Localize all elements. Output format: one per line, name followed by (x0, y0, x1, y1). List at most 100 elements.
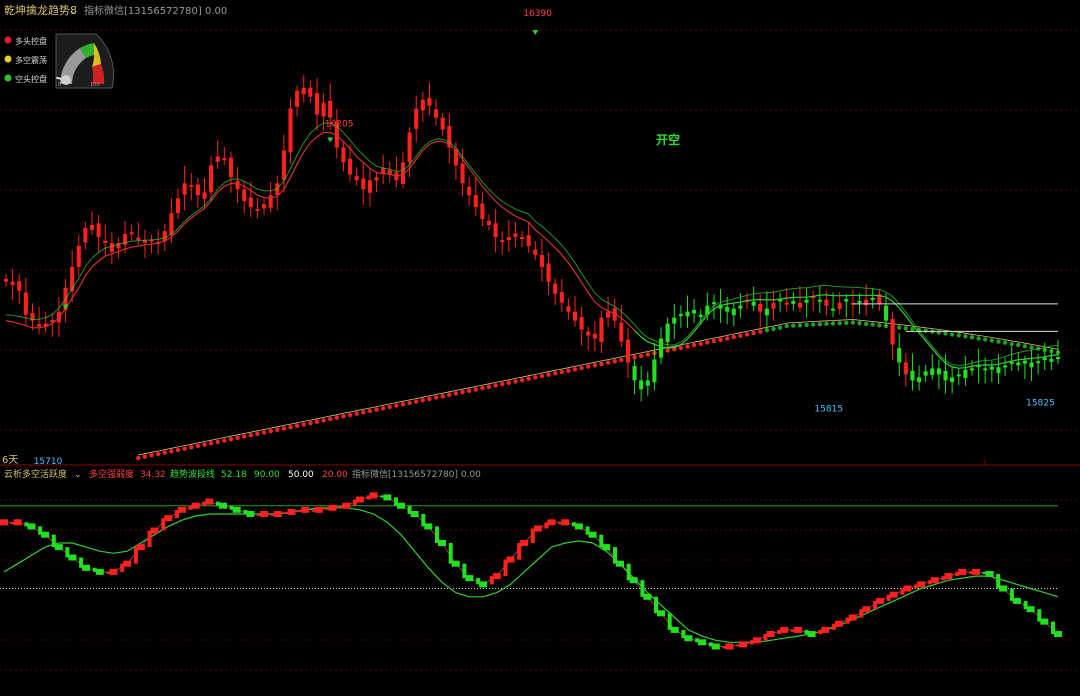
oscillator-step-link (24, 522, 29, 527)
trend-dot (407, 400, 412, 406)
trend-dot (870, 322, 875, 327)
trend-dot (956, 333, 961, 338)
candle-body (268, 195, 273, 208)
oscillator-step (944, 573, 953, 580)
oscillator-step (862, 606, 871, 613)
oscillator-step (246, 511, 255, 517)
candle-body (791, 300, 796, 304)
candle-body (467, 186, 472, 196)
oscillator-step (150, 527, 159, 534)
trend-dot (572, 367, 578, 372)
oscillator-step (0, 519, 8, 526)
top-indicator-name[interactable]: 乾坤擒龙趋势8 (4, 3, 77, 17)
candle-body (751, 301, 756, 306)
candle-body (1029, 362, 1034, 368)
trend-dot (215, 439, 220, 445)
candle-body (202, 192, 207, 199)
trend-dot (1016, 342, 1021, 348)
trend-dot (903, 326, 908, 331)
trend-dot (387, 404, 392, 410)
candle-body (539, 254, 544, 267)
oscillator-step (301, 506, 310, 513)
trend-dot (136, 455, 141, 461)
trend-dot (242, 434, 247, 439)
trend-dot (744, 332, 750, 337)
candle-body (189, 185, 194, 188)
oscillator-step-link (243, 509, 248, 514)
candle-body (897, 348, 902, 363)
candle-body (361, 178, 366, 190)
trend-dot (777, 325, 783, 330)
candle-body (427, 97, 432, 106)
trend-dot (857, 321, 862, 326)
candle-body (434, 109, 439, 118)
oscillator-step-link (845, 617, 850, 624)
trend-dot (526, 376, 531, 381)
oscillator-step (533, 525, 542, 532)
candle-body (460, 163, 465, 184)
candle-body (672, 317, 677, 324)
trend-dot (222, 438, 227, 443)
oscillator-step-link (161, 518, 166, 531)
oscillator-step-link (886, 594, 891, 601)
trend-dot (500, 381, 505, 387)
oscillator-step (917, 581, 926, 588)
candle-body (341, 147, 346, 163)
range-lines (852, 303, 1058, 332)
candle-body (96, 223, 101, 238)
candle-body (328, 100, 333, 118)
trend-dot (711, 338, 717, 344)
trend-dot (678, 345, 684, 350)
oscillator-step-link (722, 646, 727, 649)
candle-body (1022, 360, 1027, 364)
oscillator-step-link (818, 629, 823, 634)
oscillator-step (13, 519, 22, 526)
oscillator-step (328, 504, 337, 511)
trend-dot (691, 342, 697, 348)
oscillator-step (520, 540, 529, 546)
candle-body (136, 237, 141, 241)
candle-body (1042, 357, 1047, 361)
bottom-indicator-name[interactable]: 云析多空活跃度 (4, 468, 67, 480)
trend-dot (698, 341, 703, 346)
candle-body (248, 197, 253, 208)
trend-dot (1009, 341, 1014, 347)
candle-body (533, 249, 538, 255)
price-label-16205: 16205 (325, 119, 354, 129)
candle-body (652, 359, 657, 383)
oscillator-step (657, 610, 665, 617)
level-high-label: 90.00 (254, 470, 280, 480)
oscillator-step (465, 575, 474, 582)
chevron-down-icon[interactable]: ⌄ (74, 470, 82, 480)
oscillator-step-link (613, 547, 617, 564)
candle-body (301, 87, 306, 95)
candle-body (103, 240, 108, 243)
top-caption: 指标微信[13156572780] 0.00 (84, 4, 227, 17)
legend-label-bull: 多头控盘 (15, 36, 47, 46)
oscillator-step-link (708, 642, 713, 647)
candle-body (890, 318, 895, 345)
chevron-down-icon[interactable]: ⌄ (70, 6, 78, 17)
oscillator-step (958, 568, 967, 575)
oscillator-step (424, 523, 433, 530)
oscillator-step-link (92, 567, 97, 572)
trend-dot (162, 450, 167, 455)
candle-body (308, 87, 313, 97)
trend-dot (797, 323, 803, 328)
trend-dot (910, 326, 915, 332)
candle-body (420, 99, 425, 111)
oscillator-step-link (257, 514, 262, 516)
oscillator-step-link (927, 580, 932, 585)
candle-body (295, 90, 300, 107)
candle-body (797, 302, 803, 308)
candle-body (89, 225, 95, 230)
trend-dot (639, 353, 644, 359)
candle-body (215, 156, 220, 162)
oscillator-step-link (640, 580, 645, 597)
candle-body (950, 377, 955, 383)
oscillator-step-link (298, 509, 303, 512)
signal-arrows (62, 29, 539, 310)
candle-body (255, 208, 260, 211)
trend-dot (586, 364, 591, 369)
oscillator-step (438, 540, 446, 546)
